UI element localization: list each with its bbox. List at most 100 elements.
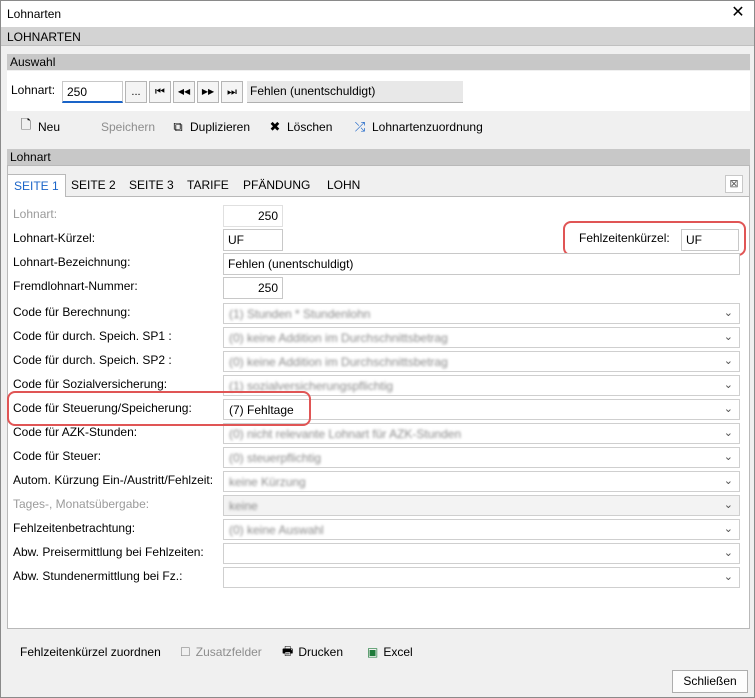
combo-label: Code für Berechnung: xyxy=(13,305,131,319)
last-record-icon[interactable]: ⏭ xyxy=(221,81,243,103)
fremdlohnart-label: Fremdlohnart-Nummer: xyxy=(13,279,138,293)
tab-pfaendung[interactable]: PFÄNDUNG xyxy=(237,174,316,197)
chevron-down-icon: ⌄ xyxy=(723,571,733,583)
new-document-icon: 🗋 xyxy=(20,117,32,132)
chevron-down-icon: ⌄ xyxy=(723,427,733,439)
auswahl-section-title: Auswahl xyxy=(10,55,56,69)
excel-icon: ▣ xyxy=(367,645,379,659)
close-icon[interactable]: ✕ xyxy=(728,3,748,23)
lohnart-section-title: Lohnart xyxy=(10,150,51,164)
combo-label: Code für Sozialversicherung: xyxy=(13,377,168,391)
combo-select[interactable]: (0) nicht relevante Lohnart für AZK-Stun… xyxy=(223,423,740,444)
title-bar: Lohnarten ✕ xyxy=(1,1,754,27)
lohnart-search-input[interactable]: 250 xyxy=(62,81,123,103)
duplicate-button[interactable]: ⧉ Duplizieren xyxy=(171,118,250,136)
tab-lohn[interactable]: LOHN xyxy=(321,174,366,197)
combo-label: Code für durch. Speich. SP2 : xyxy=(13,353,172,367)
fehlzeitenkuerzel-zuordnen-button[interactable]: Fehlzeitenkürzel zuordnen xyxy=(20,643,161,661)
combo-label: Abw. Stundenermittlung bei Fz.: xyxy=(13,569,183,583)
highlight-steuerung-speicherung xyxy=(7,391,311,426)
combo-select[interactable]: ⌄ xyxy=(223,567,740,588)
combo-value: (1) Stunden * Stundenlohn xyxy=(229,307,371,321)
excel-label: Excel xyxy=(383,645,413,659)
first-record-icon[interactable]: ⏮ xyxy=(149,81,171,103)
lohnart-description-display: Fehlen (unentschuldigt) xyxy=(247,81,463,103)
combo-value: keine Kürzung xyxy=(229,475,306,489)
combo-select[interactable]: (0) keine Auswahl ⌄ xyxy=(223,519,740,540)
printer-icon: 🖶 xyxy=(282,643,294,658)
kuerzel-field[interactable]: UF xyxy=(223,229,283,251)
prev-record-icon[interactable]: ◀◀ xyxy=(173,81,195,103)
combo-label: Fehlzeitenbetrachtung: xyxy=(13,521,136,535)
bezeichnung-field[interactable]: Fehlen (unentschuldigt) xyxy=(223,253,740,275)
print-button[interactable]: 🖶 Drucken xyxy=(282,643,343,661)
combo-label: Code für Steuer: xyxy=(13,449,102,463)
auswahl-lohnart-label: Lohnart: xyxy=(11,83,56,97)
chevron-down-icon: ⌄ xyxy=(723,499,733,511)
fehlzeitenkuerzel-zuordnen-label: Fehlzeitenkürzel zuordnen xyxy=(20,645,161,659)
duplicate-icon: ⧉ xyxy=(173,119,183,134)
new-button[interactable]: 🗋 Neu xyxy=(19,117,61,136)
tab-seite-1[interactable]: SEITE 1 xyxy=(7,174,66,197)
shuffle-icon: ⤮ xyxy=(354,119,366,134)
auswahl-section-bar: Auswahl xyxy=(7,54,750,70)
combo-select: keine ⌄ xyxy=(223,495,740,516)
chevron-down-icon: ⌄ xyxy=(723,379,733,391)
combo-value: (0) keine Addition im Durchschnittsbetra… xyxy=(229,355,448,369)
save-button-label: Speichern xyxy=(101,120,156,134)
combo-select[interactable]: (1) Stunden * Stundenlohn ⌄ xyxy=(223,303,740,324)
lohnart-section-bar: Lohnart xyxy=(7,149,750,165)
lohnart-number-field: 250 xyxy=(223,205,283,227)
combo-select[interactable]: (0) keine Addition im Durchschnittsbetra… xyxy=(223,327,740,348)
combo-select[interactable]: (0) steuerpflichtig ⌄ xyxy=(223,447,740,468)
duplicate-button-label: Duplizieren xyxy=(190,120,251,134)
form-lohnart-label: Lohnart: xyxy=(13,207,58,221)
mapping-button-label: Lohnartenzuordnung xyxy=(372,120,483,134)
chevron-down-icon: ⌄ xyxy=(723,355,733,367)
chevron-down-icon: ⌄ xyxy=(723,547,733,559)
combo-label: Code für durch. Speich. SP1 : xyxy=(13,329,172,343)
next-record-icon[interactable]: ▶▶ xyxy=(197,81,219,103)
fremdlohnart-field[interactable]: 250 xyxy=(223,277,283,299)
combo-select[interactable]: keine Kürzung ⌄ xyxy=(223,471,740,492)
tab-seite-2[interactable]: SEITE 2 xyxy=(65,174,122,197)
combo-label: Autom. Kürzung Ein-/Austritt/Fehlzeit: xyxy=(13,473,214,487)
zusatzfelder-icon: ☐ xyxy=(180,645,191,659)
browse-button[interactable]: ... xyxy=(125,81,147,103)
chevron-down-icon: ⌄ xyxy=(723,331,733,343)
delete-button[interactable]: ✖ Löschen xyxy=(268,118,333,136)
window-title: Lohnarten xyxy=(7,7,62,21)
highlight-fehlzeitenkuerzel xyxy=(563,221,746,256)
print-label: Drucken xyxy=(298,645,344,659)
combo-select[interactable]: ⌄ xyxy=(223,543,740,564)
bezeichnung-label: Lohnart-Bezeichnung: xyxy=(13,255,131,269)
chevron-down-icon: ⌄ xyxy=(723,307,733,319)
kuerzel-label: Lohnart-Kürzel: xyxy=(13,231,96,245)
tab-seite-3[interactable]: SEITE 3 xyxy=(123,174,180,197)
chevron-down-icon: ⌄ xyxy=(723,403,733,415)
app-header: LOHNARTEN xyxy=(1,27,754,46)
chevron-down-icon: ⌄ xyxy=(723,451,733,463)
combo-label: Code für AZK-Stunden: xyxy=(13,425,138,439)
save-button[interactable]: Speichern xyxy=(101,118,155,136)
new-button-label: Neu xyxy=(38,120,61,134)
zusatzfelder-button[interactable]: ☐ Zusatzfelder xyxy=(180,643,262,661)
excel-button[interactable]: ▣ Excel xyxy=(367,643,413,661)
combo-select[interactable]: (0) keine Addition im Durchschnittsbetra… xyxy=(223,351,740,372)
combo-label: Tages-, Monatsübergabe: xyxy=(13,497,150,511)
delete-button-label: Löschen xyxy=(287,120,333,134)
combo-value: (0) keine Addition im Durchschnittsbetra… xyxy=(229,331,448,345)
chevron-down-icon: ⌄ xyxy=(723,523,733,535)
combo-value: (0) steuerpflichtig xyxy=(229,451,322,465)
zusatzfelder-label: Zusatzfelder xyxy=(195,645,262,659)
mapping-button[interactable]: ⤮ Lohnartenzuordnung xyxy=(353,118,483,136)
combo-value: (0) keine Auswahl xyxy=(229,523,324,537)
delete-x-icon: ✖ xyxy=(269,119,281,134)
chevron-down-icon: ⌄ xyxy=(723,475,733,487)
combo-label: Abw. Preisermittlung bei Fehlzeiten: xyxy=(13,545,204,559)
close-button[interactable]: Schließen xyxy=(672,670,748,693)
combo-value: (0) nicht relevante Lohnart für AZK-Stun… xyxy=(229,427,462,441)
clear-icon[interactable]: ⊠ xyxy=(725,175,743,193)
tab-tarife[interactable]: TARIFE xyxy=(181,174,235,197)
lohnarten-window: Lohnarten ✕ LOHNARTEN Auswahl Lohnart: 2… xyxy=(0,0,755,698)
